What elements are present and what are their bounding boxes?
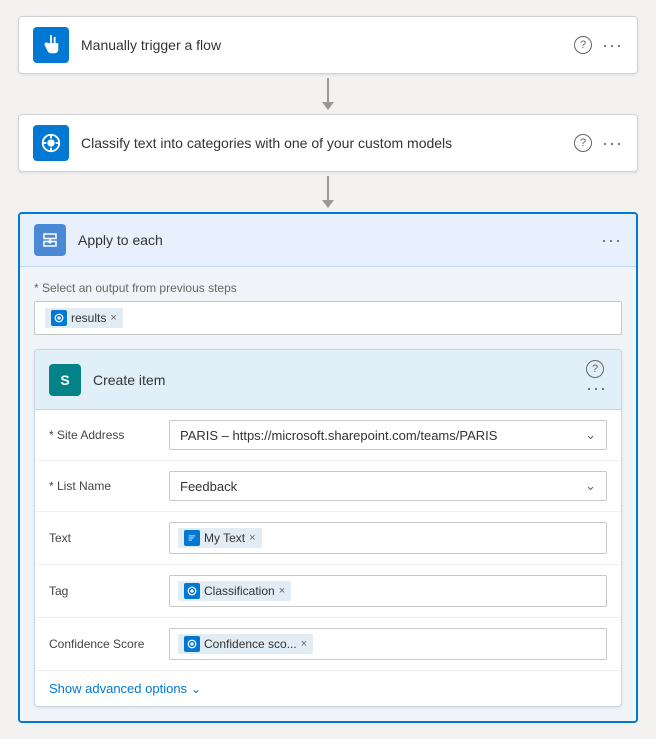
apply-each-title: Apply to each [78,232,601,248]
list-name-value[interactable]: Feedback ⌄ [169,471,607,501]
classify-icon-box [33,125,69,161]
my-text-icon [187,533,197,543]
output-tag-input[interactable]: results × [34,301,622,335]
results-chip-close[interactable]: × [110,312,116,324]
classification-chip-label: Classification [204,584,275,598]
create-item-card: S Create item ? ··· * Site Address [34,349,622,707]
site-address-chevron: ⌄ [585,427,596,443]
ai-icon [40,132,62,154]
create-item-more-icon[interactable]: ··· [586,378,607,399]
text-value[interactable]: My Text × [169,522,607,554]
confidence-chip-close[interactable]: × [301,638,307,650]
trigger-more-icon[interactable]: ··· [602,35,623,56]
site-address-label: * Site Address [49,428,169,442]
confidence-chip-label: Confidence sco... [204,637,297,651]
text-row: Text [35,512,621,565]
site-address-text: PARIS – https://microsoft.sharepoint.com… [180,428,497,443]
text-label: Text [49,531,169,545]
create-item-title: Create item [93,372,586,388]
apply-each-more-icon[interactable]: ··· [601,230,622,251]
trigger-help-icon[interactable]: ? [574,36,592,54]
select-output-label: * Select an output from previous steps [34,281,622,295]
tag-label: Tag [49,584,169,598]
classification-icon [187,586,197,596]
classify-help-icon[interactable]: ? [574,134,592,152]
my-text-chip-close[interactable]: × [249,532,255,544]
create-item-help-icon[interactable]: ? [586,360,604,378]
create-item-body: * Site Address PARIS – https://microsoft… [35,410,621,706]
tag-value[interactable]: Classification × [169,575,607,607]
results-chip: results × [45,308,123,328]
list-name-chevron: ⌄ [585,478,596,494]
show-advanced-label: Show advanced options [49,681,187,696]
sharepoint-icon: S [49,364,81,396]
classify-actions: ? ··· [574,133,623,154]
confidence-chip-icon [184,636,200,652]
classification-chip-icon [184,583,200,599]
confidence-chip-field[interactable]: Confidence sco... × [169,628,607,660]
text-chip-field[interactable]: My Text × [169,522,607,554]
list-name-dropdown[interactable]: Feedback ⌄ [169,471,607,501]
create-item-header: S Create item ? ··· [35,350,621,410]
confidence-icon [187,639,197,649]
trigger-step: Manually trigger a flow ? ··· [18,16,638,74]
confidence-chip: Confidence sco... × [178,634,313,654]
trigger-actions: ? ··· [574,35,623,56]
create-item-actions: ? ··· [586,360,607,399]
classification-chip: Classification × [178,581,291,601]
apply-each-header: Apply to each ··· [20,214,636,267]
classify-step: Classify text into categories with one o… [18,114,638,172]
tag-chip-field[interactable]: Classification × [169,575,607,607]
apply-each-icon [34,224,66,256]
list-name-text: Feedback [180,479,237,494]
confidence-label: Confidence Score [49,637,169,651]
show-advanced-options[interactable]: Show advanced options ⌄ [35,671,621,706]
arrow-1 [322,74,334,114]
trigger-title: Manually trigger a flow [81,37,574,53]
my-text-chip: My Text × [178,528,262,548]
site-address-dropdown[interactable]: PARIS – https://microsoft.sharepoint.com… [169,420,607,450]
results-chip-icon [51,310,67,326]
apply-each-body: * Select an output from previous steps r… [20,267,636,721]
arrow-line-1 [327,78,329,102]
site-address-value[interactable]: PARIS – https://microsoft.sharepoint.com… [169,420,607,450]
arrow-head-1 [322,102,334,110]
classify-more-icon[interactable]: ··· [602,133,623,154]
tag-row: Tag [35,565,621,618]
my-text-chip-label: My Text [204,531,245,545]
confidence-row: Confidence Score [35,618,621,671]
hand-icon [40,34,62,56]
arrow-head-2 [322,200,334,208]
apply-each-container: Apply to each ··· * Select an output fro… [18,212,638,723]
classify-title: Classify text into categories with one o… [81,135,574,151]
loop-icon [41,231,59,249]
list-name-label: * List Name [49,479,169,493]
results-icon [54,313,64,323]
trigger-icon-box [33,27,69,63]
my-text-chip-icon [184,530,200,546]
arrow-line-2 [327,176,329,200]
results-chip-label: results [71,311,106,325]
confidence-value[interactable]: Confidence sco... × [169,628,607,660]
chevron-down-icon: ⌄ [191,682,201,696]
site-address-row: * Site Address PARIS – https://microsoft… [35,410,621,461]
classification-chip-close[interactable]: × [279,585,285,597]
list-name-row: * List Name Feedback ⌄ [35,461,621,512]
arrow-2 [322,172,334,212]
flow-canvas: Manually trigger a flow ? ··· Classify t… [16,16,640,723]
